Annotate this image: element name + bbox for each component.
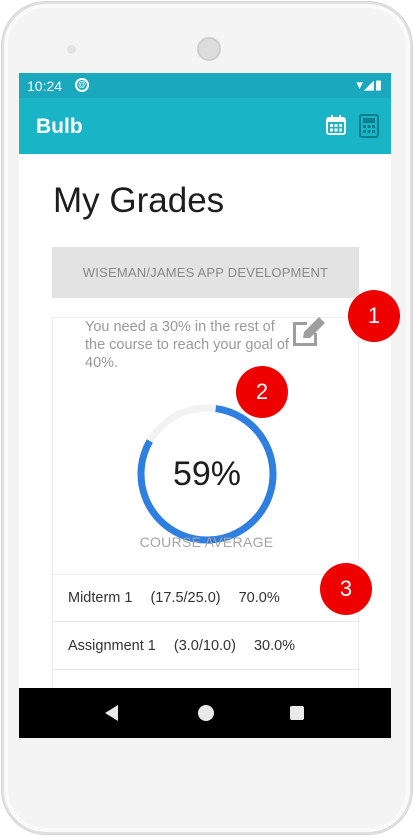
app-title: Bulb [36,115,83,138]
sync-icon: @ [75,78,89,92]
annotation-marker-3: 3 [320,563,372,615]
status-time: 10:24 [27,78,63,94]
goal-message: You need a 30% in the rest of the course… [85,319,289,371]
calendar-icon[interactable] [325,114,347,136]
edit-goal-icon[interactable] [289,314,329,348]
device-screen: 10:24 @ ▾◢▮ Bulb My Grades WISEMAN/JAMES… [19,73,391,738]
back-icon[interactable] [105,705,118,721]
status-bar: 10:24 @ ▾◢▮ [19,73,391,98]
sensor-dot [67,45,76,54]
front-camera [197,37,221,61]
signal-battery-icons: ▾◢▮ [356,77,383,92]
app-bar: Bulb [19,98,391,154]
grade-row-assignment-1[interactable]: Assignment 1 (3.0/10.0) 30.0% [53,622,360,670]
grade-score: (3.0/10.0) [173,637,236,654]
course-selector-button[interactable]: WISEMAN/JAMES APP DEVELOPMENT [52,247,359,298]
grade-name: Midterm 1 [68,590,133,606]
page-title: My Grades [53,181,225,220]
grade-score: (17.5/25.0) [150,590,221,606]
home-icon[interactable] [198,705,214,721]
course-average-label: COURSE AVERAGE [139,534,274,550]
recent-apps-icon[interactable] [290,706,304,720]
grade-percent: 30.0% [253,637,296,654]
annotation-marker-1: 1 [348,290,400,342]
grade-name: Assignment 1 [68,637,156,654]
calculator-icon[interactable] [358,114,380,138]
grade-percent: 70.0% [238,590,280,606]
grade-row-midterm-1[interactable]: Midterm 1 (17.5/25.0) 70.0% [53,574,360,622]
annotation-marker-2: 2 [236,366,288,418]
grades-card: You need a 30% in the rest of the course… [52,314,360,697]
course-name: WISEMAN/JAMES APP DEVELOPMENT [82,265,329,280]
system-nav-bar [19,688,391,738]
course-average-value: 59% [172,454,242,493]
